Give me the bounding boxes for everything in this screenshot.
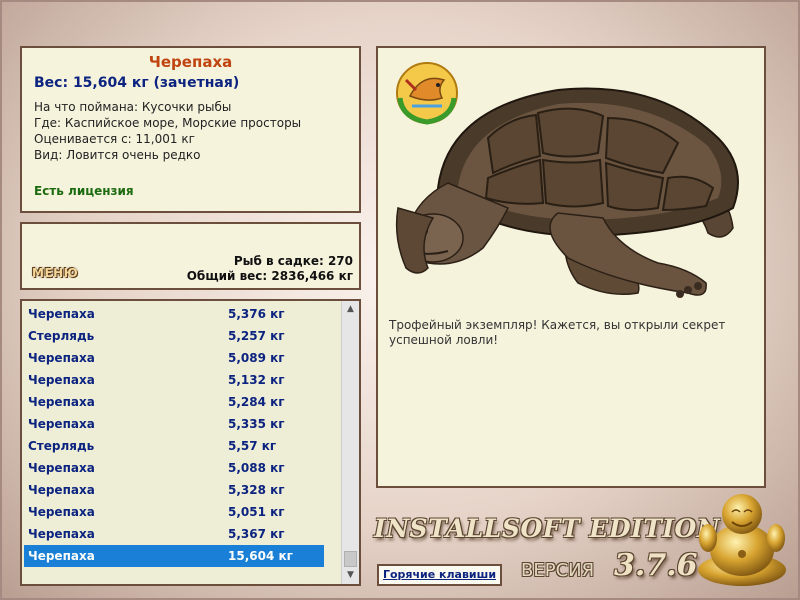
list-item[interactable]: Черепаха 5,284 кг [24,391,324,413]
list-item[interactable]: Черепаха 5,335 кг [24,413,324,435]
fish-image-panel: Трофейный экземпляр! Кажется, вы открыли… [376,46,766,488]
list-item-name: Черепаха [28,549,95,563]
list-item-weight: 5,089 кг [228,351,285,365]
fish-description: Трофейный экземпляр! Кажется, вы открыли… [389,318,726,347]
list-item[interactable]: Черепаха 5,051 кг [24,501,324,523]
list-item-name: Черепаха [28,483,95,497]
list-item-weight: 5,376 кг [228,307,285,321]
chevron-down-icon[interactable]: ▼ [342,567,359,584]
list-item[interactable]: Черепаха 5,328 кг [24,479,324,501]
fish-count: Рыб в садке: 270 [233,254,353,268]
list-item-weight: 5,284 кг [228,395,285,409]
list-item-name: Черепаха [28,461,95,475]
brand-title: INSTALLSOFT EDITION [374,514,721,543]
license-status: Есть лицензия [34,184,134,198]
list-item-name: Черепаха [28,505,95,519]
catch-list-rows: Черепаха 5,376 кг Стерлядь 5,257 кг Черепаха… [24,303,359,567]
catch-stats: Рыб в садке: 270 Общий вес: 2836,466 кг [187,254,353,284]
fish-weight: Вес: 15,604 кг (зачетная) [34,75,240,91]
list-item[interactable]: Черепаха 15,604 кг [24,545,324,567]
version-label: ВЕРСИЯ [521,560,595,581]
list-item-weight: 5,328 кг [228,483,285,497]
fish-bait: На что поймана: Кусочки рыбы [34,100,232,114]
list-scrollbar[interactable]: ▲ ▼ [341,301,359,584]
fish-min-weight: Оценивается с: 11,001 кг [34,132,195,146]
list-item-name: Черепаха [28,527,95,541]
list-item-name: Черепаха [28,351,95,365]
list-item[interactable]: Черепаха 5,132 кг [24,369,324,391]
list-item-weight: 5,257 кг [228,329,285,343]
list-item-name: Черепаха [28,373,95,387]
list-item[interactable]: Стерлядь 5,257 кг [24,325,324,347]
list-item[interactable]: Черепаха 5,367 кг [24,523,324,545]
list-item[interactable]: Черепаха 5,088 кг [24,457,324,479]
fish-location: Где: Каспийское море, Морские просторы [34,116,302,130]
list-item-name: Черепаха [28,307,95,321]
golden-buddha-icon [698,494,786,586]
list-item-weight: 15,604 кг [228,549,293,563]
chevron-up-icon[interactable]: ▲ [342,301,359,318]
list-item-name: Черепаха [28,395,95,409]
list-item-weight: 5,051 кг [228,505,285,519]
hotkeys-button[interactable]: Горячие клавиши [377,564,502,586]
list-item-weight: 5,367 кг [228,527,285,541]
list-item-name: Стерлядь [28,329,95,343]
menu-button[interactable]: МЕНЮ [32,266,78,280]
catch-list[interactable]: Черепаха 5,376 кг Стерлядь 5,257 кг Черепаха… [20,299,361,586]
fish-rarity: Вид: Ловится очень редко [34,148,201,162]
list-item-weight: 5,57 кг [228,439,277,453]
scrollbar-thumb[interactable] [344,551,357,567]
list-item-name: Стерлядь [28,439,95,453]
list-item[interactable]: Черепаха 5,376 кг [24,303,324,325]
list-item-weight: 5,335 кг [228,417,285,431]
list-item-name: Черепаха [28,417,95,431]
list-item-weight: 5,088 кг [228,461,285,475]
version-number: 3.7.6 [614,548,698,583]
fish-info-panel: Черепаха Вес: 15,604 кг (зачетная) На чт… [20,46,361,213]
list-item-weight: 5,132 кг [228,373,285,387]
fish-title: Черепаха [148,53,233,71]
fish-trophy-emblem-icon [396,62,458,125]
total-weight: Общий вес: 2836,466 кг [186,269,353,283]
status-panel: МЕНЮ Рыб в садке: 270 Общий вес: 2836,46… [20,222,361,290]
list-item[interactable]: Стерлядь 5,57 кг [24,435,324,457]
list-item[interactable]: Черепаха 5,089 кг [24,347,324,369]
